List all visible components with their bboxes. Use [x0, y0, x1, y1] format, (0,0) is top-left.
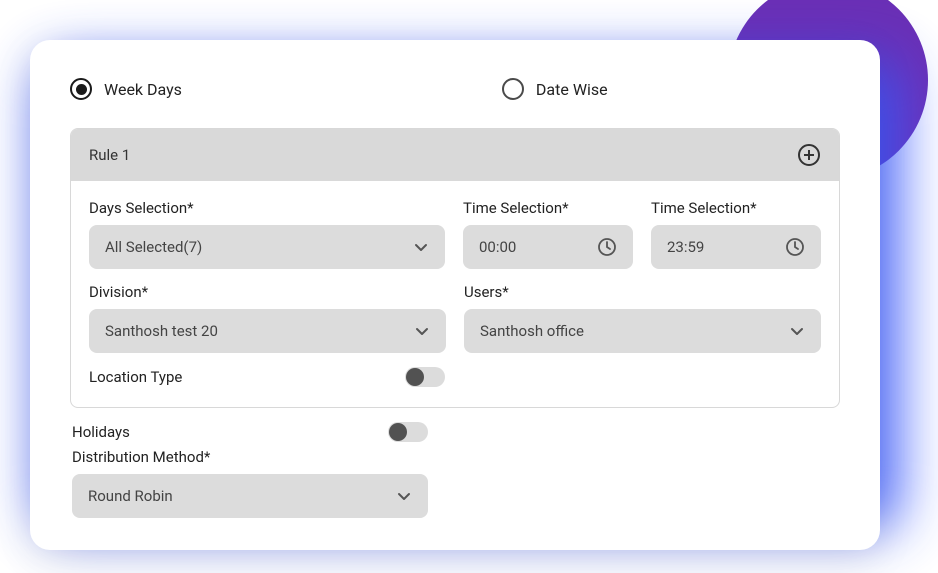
clock-icon [597, 237, 617, 257]
chevron-down-icon [413, 239, 429, 255]
time-start-label: Time Selection* [463, 199, 633, 217]
time-start-value: 00:00 [479, 238, 516, 256]
users-dropdown[interactable]: Santhosh office [464, 309, 821, 353]
distribution-method-dropdown[interactable]: Round Robin [72, 474, 428, 518]
division-label: Division* [89, 283, 446, 301]
rule-header: Rule 1 [71, 129, 839, 181]
time-end-input[interactable]: 23:59 [651, 225, 821, 269]
settings-card: Week Days Date Wise Rule 1 Days Selectio… [30, 40, 880, 550]
chevron-down-icon [396, 488, 412, 504]
location-type-row: Location Type [89, 367, 445, 387]
days-selection-dropdown[interactable]: All Selected(7) [89, 225, 445, 269]
days-selection-label: Days Selection* [89, 199, 445, 217]
time-end-label: Time Selection* [651, 199, 821, 217]
days-selection-field: Days Selection* All Selected(7) [89, 199, 445, 269]
rule-container: Rule 1 Days Selection* All Selected(7) [70, 128, 840, 408]
radio-week-days-label: Week Days [104, 80, 182, 99]
radio-date-wise[interactable]: Date Wise [502, 78, 608, 100]
radio-unselected-icon [502, 78, 524, 100]
holidays-label: Holidays [72, 423, 130, 441]
division-field: Division* Santhosh test 20 [89, 283, 446, 353]
days-selection-value: All Selected(7) [105, 238, 202, 256]
time-end-value: 23:59 [667, 238, 704, 256]
users-value: Santhosh office [480, 322, 584, 340]
location-type-label: Location Type [89, 368, 182, 386]
outer-settings: Holidays Distribution Method* Round Robi… [70, 422, 840, 518]
location-type-toggle[interactable] [405, 367, 445, 387]
holidays-toggle[interactable] [388, 422, 428, 442]
time-start-field: Time Selection* 00:00 [463, 199, 633, 269]
time-end-field: Time Selection* 23:59 [651, 199, 821, 269]
holidays-row: Holidays [72, 422, 428, 442]
radio-selected-icon [70, 78, 92, 100]
distribution-method-field: Distribution Method* Round Robin [72, 448, 428, 518]
radio-week-days[interactable]: Week Days [70, 78, 182, 100]
add-rule-button[interactable] [797, 143, 821, 167]
users-field: Users* Santhosh office [464, 283, 821, 353]
distribution-method-value: Round Robin [88, 487, 173, 505]
distribution-method-label: Distribution Method* [72, 448, 428, 466]
toggle-knob [406, 368, 424, 386]
rule-title: Rule 1 [89, 146, 130, 164]
toggle-knob [389, 423, 407, 441]
mode-radio-group: Week Days Date Wise [70, 78, 840, 100]
division-dropdown[interactable]: Santhosh test 20 [89, 309, 446, 353]
rule-body: Days Selection* All Selected(7) Time Sel… [71, 181, 839, 407]
chevron-down-icon [414, 323, 430, 339]
chevron-down-icon [789, 323, 805, 339]
division-value: Santhosh test 20 [105, 322, 218, 340]
radio-date-wise-label: Date Wise [536, 80, 608, 99]
users-label: Users* [464, 283, 821, 301]
time-start-input[interactable]: 00:00 [463, 225, 633, 269]
clock-icon [785, 237, 805, 257]
